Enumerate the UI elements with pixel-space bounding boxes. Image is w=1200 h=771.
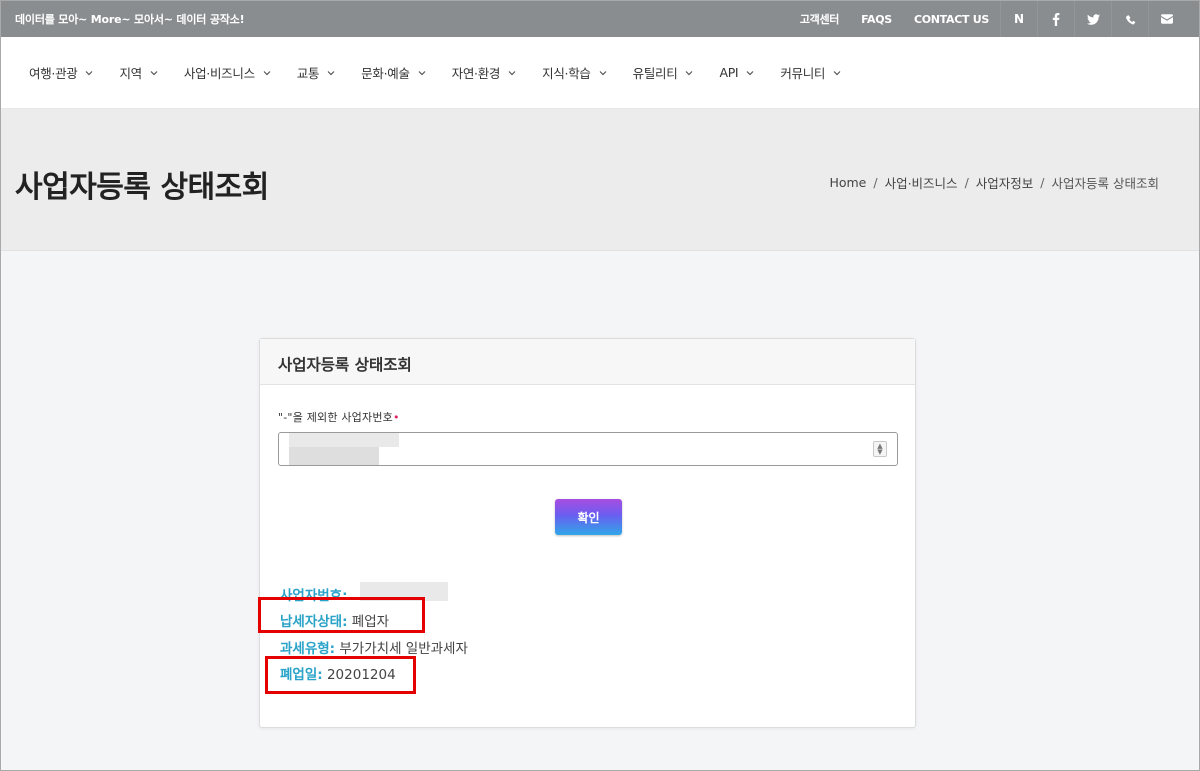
- customer-center-link[interactable]: 고객센터: [789, 11, 850, 27]
- breadcrumb-home[interactable]: Home: [829, 175, 866, 190]
- highlight-taxpayer-status: [258, 597, 425, 633]
- chevron-down-icon: [85, 69, 93, 77]
- nav-label: API: [719, 65, 739, 80]
- twitter-icon[interactable]: [1074, 1, 1111, 37]
- chevron-down-icon: [746, 69, 754, 77]
- contact-us-link[interactable]: CONTACT US: [903, 13, 1000, 26]
- result-key: 과세유형:: [280, 641, 336, 657]
- highlight-closed-date: [265, 656, 416, 694]
- redacted-area: [289, 433, 399, 447]
- breadcrumb-separator: /: [873, 175, 878, 190]
- chevron-down-icon: [263, 69, 271, 77]
- naver-letter: N: [1013, 12, 1025, 26]
- page-title: 사업자등록 상태조회: [15, 170, 269, 205]
- breadcrumb-business[interactable]: 사업·비즈니스: [885, 173, 958, 192]
- main-nav: 여행·관광 지역 사업·비즈니스 교통 문화·예술 자연·환경 지식·학습 유틸…: [1, 37, 1199, 109]
- nav-item-utility[interactable]: 유틸리티: [633, 63, 694, 82]
- site-tagline: 데이터를 모아~ More~ 모아서~ 데이터 공작소!: [15, 13, 245, 26]
- nav-label: 문화·예술: [361, 66, 410, 81]
- label-text: "-"을 제외한 사업자번호: [278, 411, 393, 424]
- chevron-down-icon: [508, 69, 516, 77]
- nav-label: 교통: [296, 66, 320, 81]
- chevron-down-icon: [685, 69, 693, 77]
- nav-item-travel[interactable]: 여행·관광: [29, 63, 93, 82]
- nav-item-traffic[interactable]: 교통: [297, 63, 335, 82]
- top-bar: 데이터를 모아~ More~ 모아서~ 데이터 공작소! 고객센터 FAQS C…: [1, 1, 1199, 37]
- facebook-icon[interactable]: [1037, 1, 1074, 37]
- nav-label: 커뮤니티: [780, 66, 826, 81]
- breadcrumb-separator: /: [964, 175, 969, 190]
- nav-label: 유틸리티: [632, 66, 678, 81]
- redacted-area: [289, 447, 379, 465]
- confirm-button[interactable]: 확인: [555, 499, 622, 535]
- top-links: 고객센터 FAQS CONTACT US N: [789, 1, 1185, 37]
- chevron-down-icon: [833, 69, 841, 77]
- page-header: 사업자등록 상태조회 Home / 사업·비즈니스 / 사업자정보 / 사업자등…: [1, 109, 1199, 251]
- breadcrumb-separator: /: [1040, 175, 1045, 190]
- nav-item-knowledge[interactable]: 지식·학습: [542, 63, 607, 82]
- nav-item-community[interactable]: 커뮤니티: [780, 63, 841, 82]
- nav-label: 자연·환경: [451, 66, 501, 81]
- nav-item-region[interactable]: 지역: [119, 63, 158, 82]
- nav-label: 지역: [119, 66, 142, 81]
- mail-icon[interactable]: [1148, 1, 1185, 37]
- nav-item-business[interactable]: 사업·비즈니스: [184, 63, 271, 82]
- faqs-link[interactable]: FAQS: [850, 13, 903, 26]
- nav-item-culture[interactable]: 문화·예술: [361, 63, 426, 82]
- chevron-down-icon: [327, 69, 335, 77]
- nav-label: 여행·관광: [29, 66, 78, 81]
- business-number-label: "-"을 제외한 사업자번호•: [278, 409, 400, 425]
- chevron-down-icon: [599, 69, 607, 77]
- breadcrumb: Home / 사업·비즈니스 / 사업자정보 / 사업자등록 상태조회: [829, 173, 1159, 192]
- naver-icon[interactable]: N: [1000, 1, 1037, 37]
- breadcrumb-business-info[interactable]: 사업자정보: [976, 173, 1034, 192]
- chevron-down-icon: [418, 69, 426, 77]
- result-value: 부가가치세 일반과세자: [339, 641, 468, 657]
- breadcrumb-current: 사업자등록 상태조회: [1051, 176, 1159, 191]
- nav-item-nature[interactable]: 자연·환경: [452, 63, 516, 82]
- nav-label: 지식·학습: [542, 66, 591, 81]
- chevron-down-icon: [150, 69, 158, 77]
- number-spinner[interactable]: ▲ ▼: [873, 441, 887, 457]
- card-title: 사업자등록 상태조회: [260, 339, 915, 385]
- result-tax-type: 과세유형: 부가가치세 일반과세자: [280, 637, 468, 657]
- business-number-field: ▲ ▼: [278, 432, 898, 466]
- nav-label: 사업·비즈니스: [183, 66, 255, 81]
- spin-down-icon[interactable]: ▼: [877, 449, 882, 456]
- required-mark: •: [392, 411, 400, 424]
- nav-item-api[interactable]: API: [719, 65, 754, 80]
- phone-icon[interactable]: [1111, 1, 1148, 37]
